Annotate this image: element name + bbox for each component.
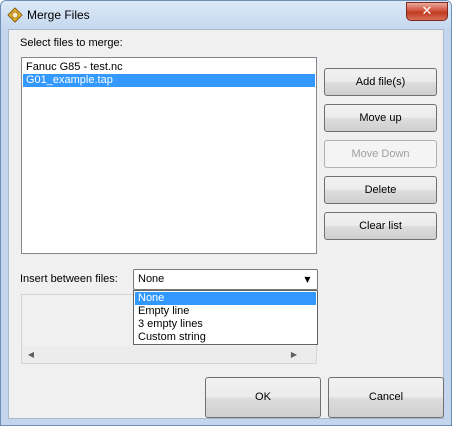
insert-between-label: Insert between files:: [20, 273, 118, 285]
horizontal-scrollbar[interactable]: ◀ ▶: [22, 346, 316, 363]
move-down-button[interactable]: Move Down: [324, 140, 437, 168]
option-none[interactable]: None: [135, 292, 316, 305]
window-title: Merge Files: [27, 8, 90, 22]
file-list[interactable]: Fanuc G85 - test.nc G01_example.tap: [21, 57, 317, 254]
list-item[interactable]: G01_example.tap: [23, 74, 315, 87]
move-up-button[interactable]: Move up: [324, 104, 437, 132]
insert-between-options: None Empty line 3 empty lines Custom str…: [133, 290, 318, 345]
option-custom-string[interactable]: Custom string: [135, 331, 316, 344]
close-icon[interactable]: ✕: [406, 2, 448, 21]
ok-button[interactable]: OK: [205, 377, 321, 418]
cancel-button[interactable]: Cancel: [328, 377, 444, 418]
scroll-right-icon[interactable]: ▶: [288, 349, 300, 360]
files-label: Select files to merge:: [20, 37, 123, 49]
delete-button[interactable]: Delete: [324, 176, 437, 204]
option-empty-line[interactable]: Empty line: [135, 305, 316, 318]
insert-between-value: None: [138, 273, 165, 285]
insert-between-select[interactable]: None ▼: [133, 269, 318, 290]
scroll-left-icon[interactable]: ◀: [25, 349, 37, 360]
list-item-label: G01_example.tap: [26, 74, 113, 86]
dropdown-arrow-icon[interactable]: ▼: [300, 272, 315, 287]
title-bar[interactable]: Merge Files ✕: [1, 1, 451, 29]
merge-files-app-icon: [7, 7, 23, 23]
merge-files-dialog: Merge Files ✕ Select files to merge: Fan…: [0, 0, 452, 426]
option-3-empty-lines[interactable]: 3 empty lines: [135, 318, 316, 331]
dialog-body: Select files to merge: Fanuc G85 - test.…: [8, 29, 444, 419]
clear-list-button[interactable]: Clear list: [324, 212, 437, 240]
add-files-button[interactable]: Add file(s): [324, 68, 437, 96]
list-item[interactable]: Fanuc G85 - test.nc: [23, 61, 315, 74]
list-item-label: Fanuc G85 - test.nc: [26, 61, 123, 73]
